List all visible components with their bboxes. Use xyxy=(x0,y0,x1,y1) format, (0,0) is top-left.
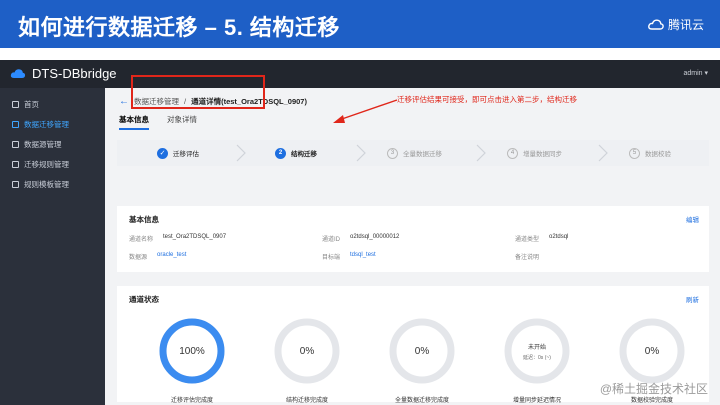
step-full-data[interactable]: 3 全量数据迁移 xyxy=(387,140,442,166)
refresh-link[interactable]: 刷新 xyxy=(686,294,699,304)
sidebar-item-rules[interactable]: 迁移规则管理 xyxy=(0,154,105,174)
field-channel-id: 通道ID o2tdsql_00000012 xyxy=(322,234,399,243)
sidebar-item-label: 数据源管理 xyxy=(24,139,62,149)
highlight-box xyxy=(131,75,265,109)
step-assessment[interactable]: ✓ 迁移评估 xyxy=(157,140,199,166)
source-link[interactable]: oracle_test xyxy=(157,252,186,261)
field-label: 通道ID xyxy=(322,237,341,243)
gauge-value: 100% xyxy=(179,346,205,357)
gauge-1: 100% 迁移评估完成度 xyxy=(147,316,237,404)
step-number: 2 xyxy=(275,147,286,159)
field-source: 数据源 oracle_test xyxy=(129,252,186,261)
gauge-value: 未开始 xyxy=(528,343,546,351)
brand-logo: 腾讯云 xyxy=(648,16,704,33)
annotation-arrow-icon xyxy=(333,99,398,123)
sidebar-item-migration[interactable]: 数据迁移管理 xyxy=(0,114,105,134)
field-channel-type: 通道类型 o2tdsql xyxy=(515,234,568,243)
template-icon xyxy=(12,180,19,188)
step-bar: ✓ 迁移评估 2 结构迁移 3 全量数据迁移 4 增量数据同步 5 数据校验 xyxy=(117,140,709,166)
field-label: 通道名称 xyxy=(129,237,154,243)
gauge-label: 增量同步延迟情况 xyxy=(512,398,561,404)
gauge-track xyxy=(504,318,570,384)
gauge-value: 0% xyxy=(645,346,660,357)
slide-header: 如何进行数据迁移 – 5. 结构迁移 腾讯云 xyxy=(0,0,720,48)
user-menu[interactable]: admin ▾ xyxy=(683,69,708,77)
step-number: 5 xyxy=(629,147,640,159)
gauge-ring: 0% xyxy=(619,318,685,384)
gauge-ring: 100% xyxy=(159,318,225,384)
home-icon xyxy=(12,100,19,108)
check-icon: ✓ xyxy=(157,147,168,159)
gauge-ring: 0% xyxy=(274,318,340,384)
datasource-icon xyxy=(12,140,19,148)
field-value: test_Ora2TDSQL_0907 xyxy=(163,234,227,240)
top-bar: DTS-DBbridge admin ▾ xyxy=(0,60,720,88)
field-channel-name: 通道名称 test_Ora2TDSQL_0907 xyxy=(129,234,226,243)
gauge-subtext: 延迟：0s (~) xyxy=(523,354,551,361)
gauge-2: 0% 结构迁移完成度 xyxy=(262,316,352,404)
gauge-label: 迁移评估完成度 xyxy=(170,398,213,404)
step-verification[interactable]: 5 数据校验 xyxy=(629,140,671,166)
step-label: 数据校验 xyxy=(645,151,671,158)
tab-bar: 基本信息 对象详情 xyxy=(119,114,197,130)
app-logo[interactable]: DTS-DBbridge xyxy=(10,66,117,81)
gauge-label: 结构迁移完成度 xyxy=(285,398,328,404)
sidebar-item-datasource[interactable]: 数据源管理 xyxy=(0,134,105,154)
back-arrow-icon[interactable]: ← xyxy=(119,96,129,107)
gauge-value: 0% xyxy=(415,346,430,357)
basic-info-card: 基本信息 编辑 通道名称 test_Ora2TDSQL_0907 通道ID o2td… xyxy=(117,206,709,272)
card-title: 基本信息 xyxy=(129,215,159,224)
sidebar-item-home[interactable]: 首页 xyxy=(0,94,105,114)
step-incremental[interactable]: 4 增量数据同步 xyxy=(507,140,562,166)
gauge-4: 未开始延迟：0s (~) 增量同步延迟情况 xyxy=(492,316,582,404)
gauge-ring: 未开始延迟：0s (~) xyxy=(504,318,570,384)
field-label: 通道类型 xyxy=(515,237,540,243)
field-value: o2tdsql_00000012 xyxy=(350,234,400,240)
annotation-text: 迁移评估结果可接受，即可点击进入第二步，结构迁移 xyxy=(397,95,577,104)
gauge-label: 全量数据迁移完成度 xyxy=(394,398,449,404)
field-label: 备注说明 xyxy=(515,255,540,261)
chevron-right-icon xyxy=(356,144,366,162)
target-link[interactable]: tdsql_test xyxy=(350,252,376,261)
tab-basic-info[interactable]: 基本信息 xyxy=(119,114,149,130)
edit-link[interactable]: 编辑 xyxy=(686,214,699,224)
brand-name: 腾讯云 xyxy=(667,18,704,32)
step-structure[interactable]: 2 结构迁移 xyxy=(275,140,317,166)
step-label: 全量数据迁移 xyxy=(403,151,442,158)
step-label: 迁移评估 xyxy=(173,151,199,158)
step-label: 结构迁移 xyxy=(291,151,317,158)
chevron-right-icon xyxy=(598,144,608,162)
gauge-3: 0% 全量数据迁移完成度 xyxy=(377,316,467,404)
chevron-right-icon xyxy=(476,144,486,162)
gauge-value: 0% xyxy=(300,346,315,357)
gauge-ring: 0% xyxy=(389,318,455,384)
main-content: ← 数据迁移管理 / 通道详情(test_Ora2TDSQL_0907) 基本信… xyxy=(105,88,720,405)
slide-title: 如何进行数据迁移 – 5. 结构迁移 xyxy=(18,15,340,40)
tab-object-details[interactable]: 对象详情 xyxy=(167,114,197,130)
card-title: 通道状态 xyxy=(129,295,159,304)
app-name: DTS-DBbridge xyxy=(32,66,117,81)
sidebar-item-label: 数据迁移管理 xyxy=(24,119,69,129)
field-target: 目标端 tdsql_test xyxy=(322,252,376,261)
cloud-icon xyxy=(648,19,664,30)
step-number: 4 xyxy=(507,147,518,159)
cloud-logo-icon xyxy=(10,69,26,78)
field-remark: 备注说明 xyxy=(515,252,549,261)
watermark: @稀土掘金技术社区 xyxy=(599,382,708,396)
step-label: 增量数据同步 xyxy=(523,151,562,158)
sidebar: 首页 数据迁移管理 数据源管理 迁移规则管理 规则模板管理 xyxy=(0,88,105,405)
sidebar-item-label: 迁移规则管理 xyxy=(24,159,69,169)
field-label: 目标端 xyxy=(322,255,341,261)
sidebar-item-label: 规则模板管理 xyxy=(24,179,69,189)
migration-icon xyxy=(12,120,19,128)
sidebar-item-templates[interactable]: 规则模板管理 xyxy=(0,174,105,194)
sidebar-item-label: 首页 xyxy=(24,99,39,109)
step-number: 3 xyxy=(387,147,398,159)
field-label: 数据源 xyxy=(129,255,148,261)
field-value: o2tdsql xyxy=(549,234,569,240)
chevron-right-icon xyxy=(236,144,246,162)
app-window: DTS-DBbridge admin ▾ 首页 数据迁移管理 数据源管理 迁移规… xyxy=(0,60,720,405)
rules-icon xyxy=(12,160,19,168)
